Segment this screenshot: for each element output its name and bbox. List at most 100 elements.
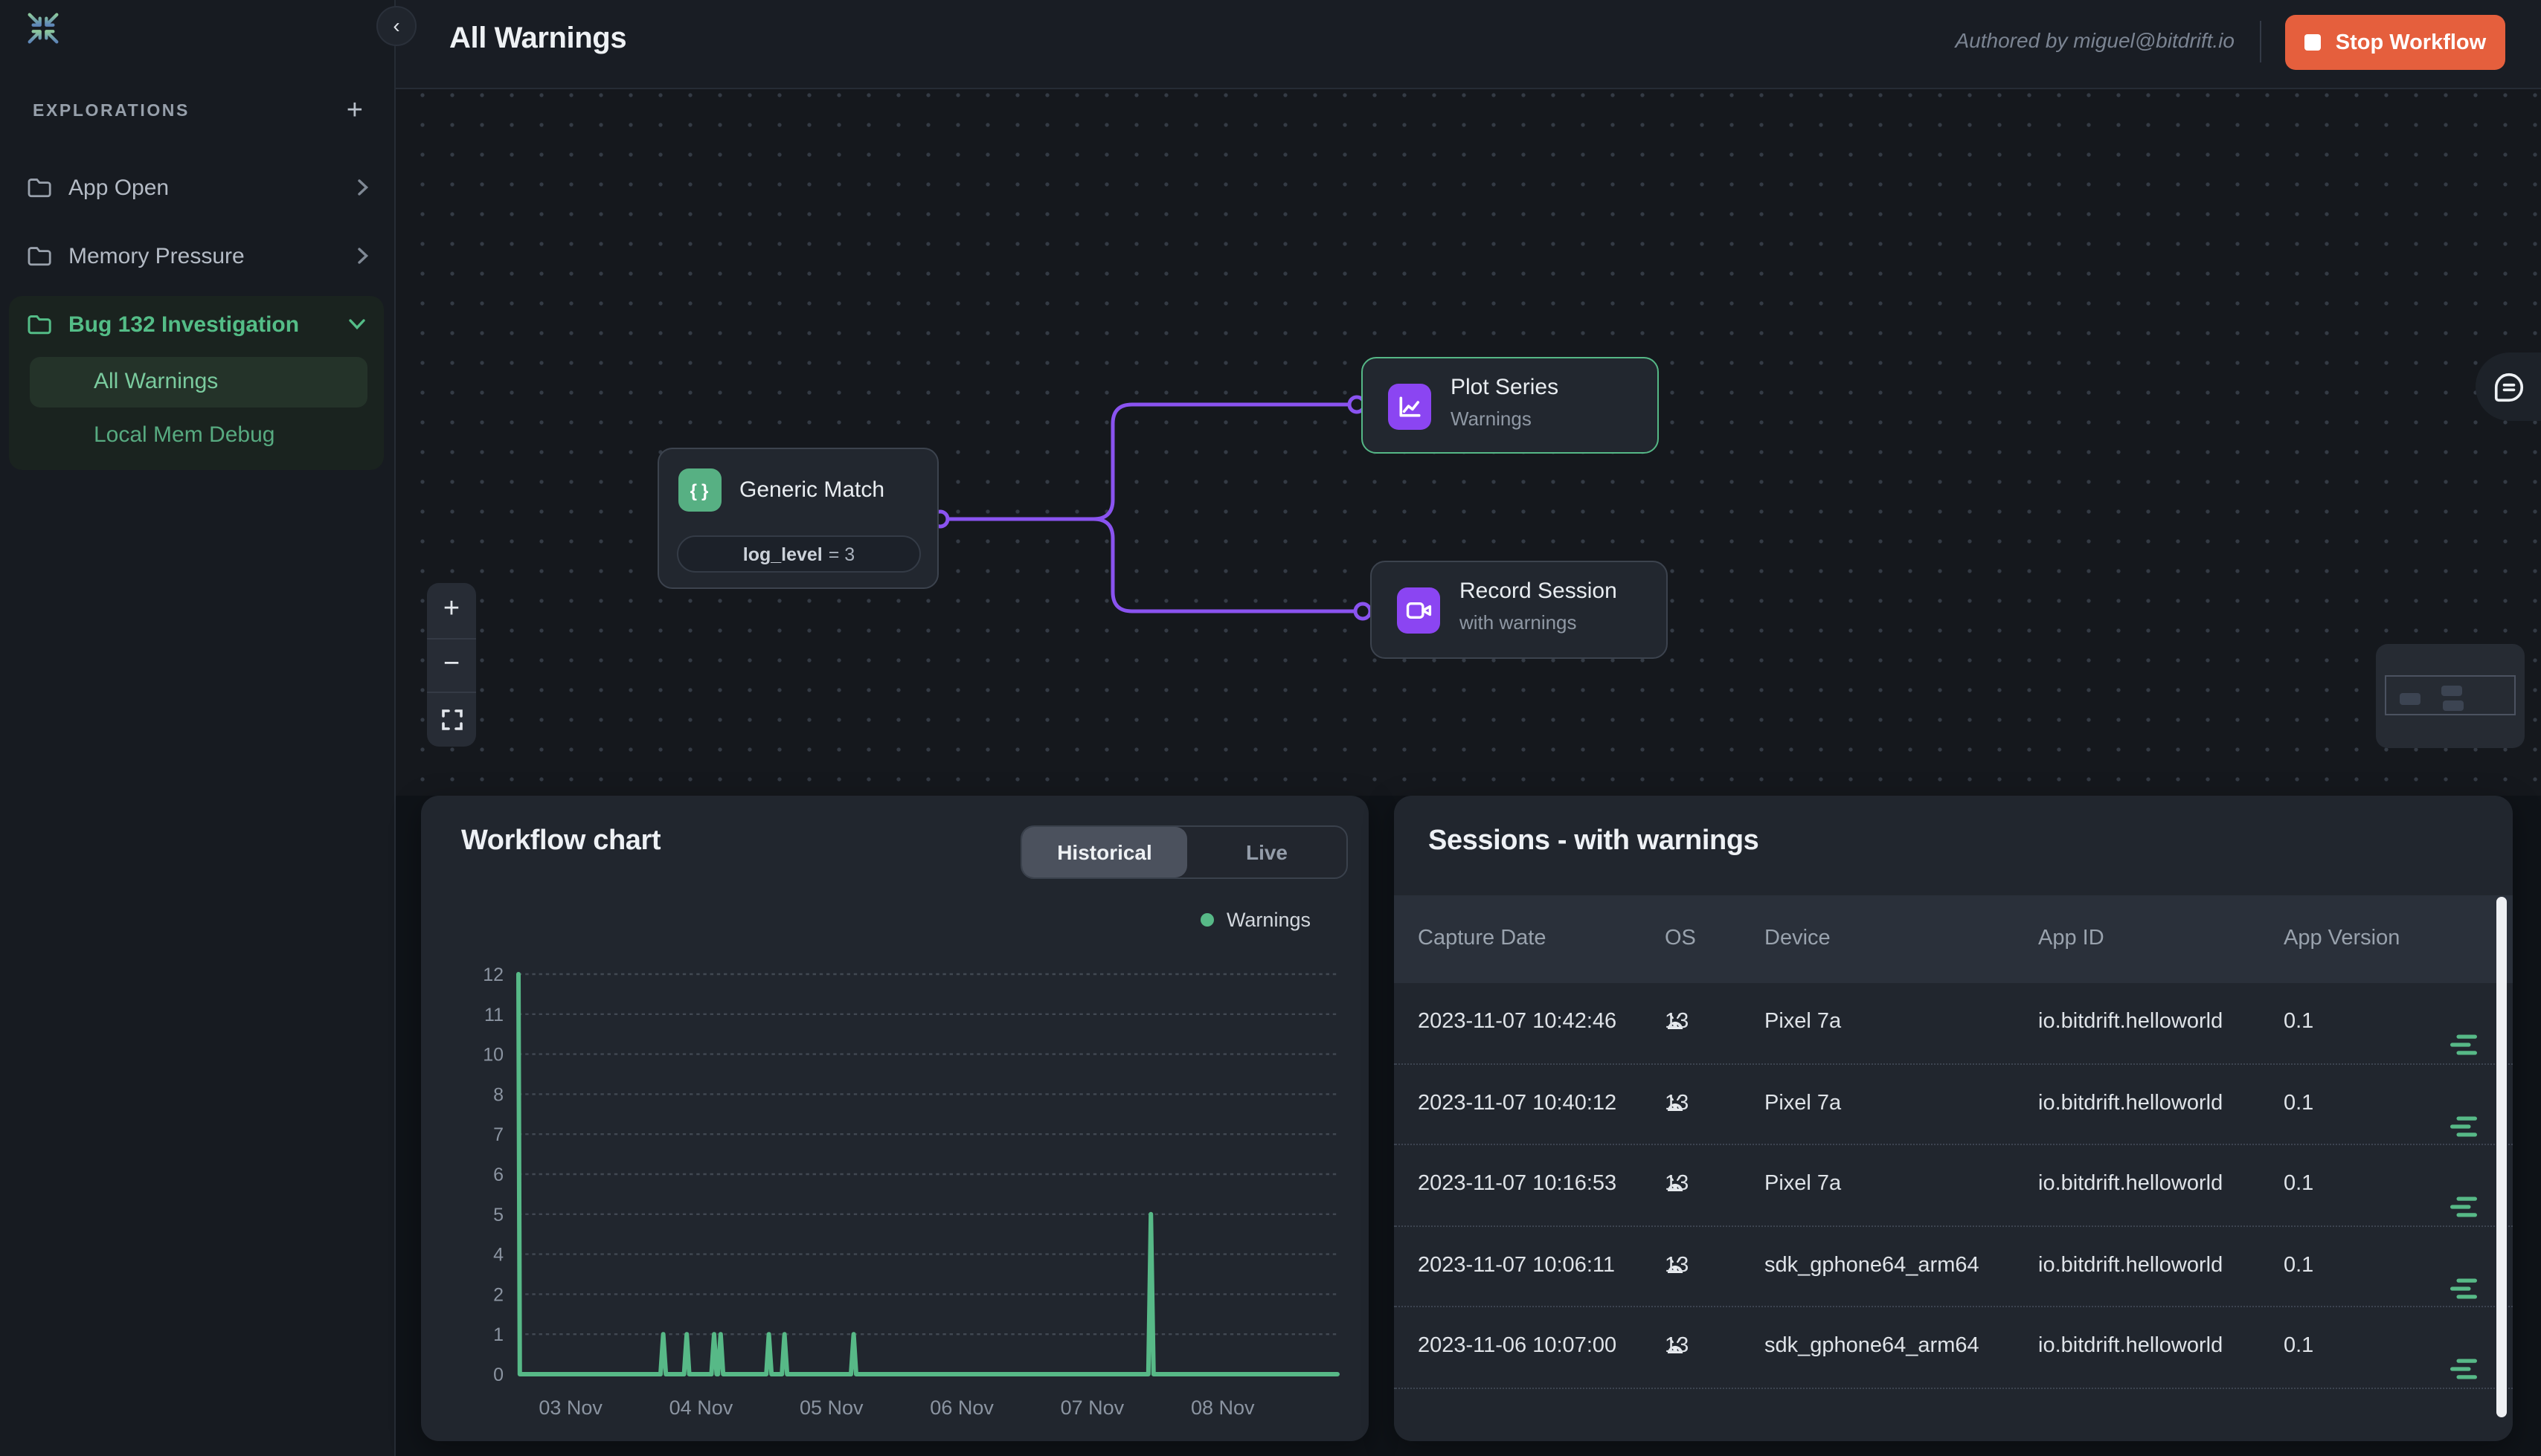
session-row[interactable]: 2023-11-07 10:42:46 13 Pixel 7a io.bitdr… <box>1394 983 2513 1064</box>
device-cell: Pixel 7a <box>1764 1064 1841 1143</box>
stop-workflow-label: Stop Workflow <box>2336 30 2486 54</box>
x-axis-tick: 06 Nov <box>930 1397 994 1419</box>
session-logs-button[interactable] <box>2450 1336 2477 1414</box>
braces-icon: { } <box>678 468 722 512</box>
session-row[interactable]: 2023-11-07 10:16:53 13 Pixel 7a io.bitdr… <box>1394 1145 2513 1226</box>
sessions-table-body: 2023-11-07 10:42:46 13 Pixel 7a io.bitdr… <box>1394 983 2513 1388</box>
capture-date-cell: 2023-11-06 10:07:00 <box>1418 1307 1616 1386</box>
log-list-icon <box>2450 1358 2477 1380</box>
stop-square-icon <box>2304 34 2321 51</box>
node-title: Plot Series <box>1451 375 1558 400</box>
chevron-right-icon <box>357 247 369 265</box>
header-divider <box>2260 21 2261 62</box>
x-axis-tick: 05 Nov <box>800 1397 864 1419</box>
y-axis-tick: 6 <box>493 1165 504 1185</box>
line-chart-icon <box>1388 384 1431 430</box>
column-app-version: App Version <box>2284 895 2400 983</box>
sidebar-collapse-button[interactable]: ‹ <box>376 6 417 46</box>
sessions-panel-title: Sessions - with warnings <box>1428 825 1758 858</box>
session-row[interactable]: 2023-11-07 10:06:11 13 sdk_gphone64_arm6… <box>1394 1226 2513 1307</box>
sidebar-item-all-warnings[interactable]: All Warnings <box>30 357 367 408</box>
app-version-cell: 0.1 <box>2284 1226 2313 1305</box>
node-subtitle: with warnings <box>1459 611 1577 634</box>
stop-workflow-button[interactable]: Stop Workflow <box>2285 15 2505 70</box>
chevron-right-icon <box>357 178 369 196</box>
zoom-in-button[interactable]: + <box>427 583 476 637</box>
condition-key: log_level <box>743 544 823 564</box>
os-cell: 13 <box>1665 1064 1686 1143</box>
edge-generic-to-plot <box>940 405 1349 519</box>
workflow-canvas[interactable]: { } Generic Match log_level = 3 Plot Ser… <box>396 89 2541 796</box>
node-subtitle: Warnings <box>1451 408 1532 430</box>
x-axis-tick: 04 Nov <box>669 1397 733 1419</box>
sessions-table-header: Capture Date OS Device App ID App Versio… <box>1394 895 2513 983</box>
sidebar-item-app-open[interactable]: App Open <box>12 158 384 217</box>
capture-date-cell: 2023-11-07 10:06:11 <box>1418 1226 1615 1305</box>
bitdrift-logo-icon <box>22 7 64 49</box>
sidebar-item-label: App Open <box>68 175 341 200</box>
y-axis-tick: 1 <box>493 1324 504 1345</box>
sidebar: ‹ EXPLORATIONS + App Open Memory Pressur… <box>0 0 396 1456</box>
device-cell: sdk_gphone64_arm64 <box>1764 1307 1979 1386</box>
node-title: Record Session <box>1459 579 1617 604</box>
app-id-cell: io.bitdrift.helloworld <box>2038 1307 2223 1386</box>
app-version-cell: 0.1 <box>2284 1145 2313 1224</box>
capture-date-cell: 2023-11-07 10:40:12 <box>1418 1064 1616 1143</box>
y-axis-tick: 11 <box>484 1005 504 1025</box>
x-axis-tick: 03 Nov <box>539 1397 603 1419</box>
session-row[interactable]: 2023-11-07 10:40:12 13 Pixel 7a io.bitdr… <box>1394 1064 2513 1145</box>
chevron-down-icon <box>348 318 366 330</box>
video-camera-icon <box>1397 587 1440 634</box>
sessions-panel: Sessions - with warnings Capture Date OS… <box>1394 796 2513 1441</box>
node-title: Generic Match <box>739 477 884 503</box>
sidebar-item-memory-pressure[interactable]: Memory Pressure <box>12 226 384 286</box>
chat-bubble-icon <box>2492 370 2526 404</box>
app-id-cell: io.bitdrift.helloworld <box>2038 1145 2223 1224</box>
node-generic-match[interactable]: { } Generic Match log_level = 3 <box>658 448 939 589</box>
edge-generic-to-record <box>940 519 1355 611</box>
capture-date-cell: 2023-11-07 10:42:46 <box>1418 983 1616 1062</box>
sidebar-item-local-mem-debug[interactable]: Local Mem Debug <box>30 410 367 461</box>
fit-view-button[interactable] <box>427 692 476 746</box>
folder-icon <box>27 177 52 198</box>
add-exploration-icon[interactable]: + <box>347 101 363 122</box>
log-list-icon <box>2450 1034 2477 1056</box>
app-id-cell: io.bitdrift.helloworld <box>2038 1064 2223 1143</box>
workflow-chart-panel: Workflow chart Historical Live Warnings … <box>421 796 1369 1441</box>
canvas-minimap[interactable] <box>2376 644 2525 748</box>
node-plot-series[interactable]: Plot Series Warnings <box>1361 357 1659 454</box>
canvas-zoom-controls: + − <box>427 583 476 747</box>
y-axis-tick: 0 <box>493 1365 504 1385</box>
chat-panel-toggle[interactable] <box>2476 352 2541 421</box>
zoom-out-button[interactable]: − <box>427 637 476 692</box>
session-row[interactable]: 2023-11-06 10:07:00 13 sdk_gphone64_arm6… <box>1394 1307 2513 1388</box>
page-title: All Warnings <box>449 22 626 57</box>
capture-date-cell: 2023-11-07 10:16:53 <box>1418 1145 1616 1224</box>
os-cell: 13 <box>1665 1307 1686 1386</box>
sidebar-item-bug-132-investigation[interactable]: Bug 132 Investigation <box>12 296 381 352</box>
y-axis-tick: 8 <box>493 1084 504 1105</box>
sidebar-item-label: Bug 132 Investigation <box>68 312 332 337</box>
device-cell: sdk_gphone64_arm64 <box>1764 1226 1979 1305</box>
table-scrollbar[interactable] <box>2496 897 2507 1417</box>
os-cell: 13 <box>1665 1226 1686 1305</box>
y-axis-tick: 4 <box>493 1245 504 1266</box>
condition-value: = 3 <box>829 544 855 564</box>
log-list-icon <box>2450 1277 2477 1299</box>
folder-icon <box>27 314 52 335</box>
os-cell: 13 <box>1665 1145 1686 1224</box>
y-axis-tick: 2 <box>493 1284 504 1305</box>
column-app-id: App ID <box>2038 895 2104 983</box>
app-version-cell: 0.1 <box>2284 1064 2313 1143</box>
app-id-cell: io.bitdrift.helloworld <box>2038 1226 2223 1305</box>
y-axis-tick: 5 <box>493 1205 504 1225</box>
device-cell: Pixel 7a <box>1764 983 1841 1062</box>
node-record-session[interactable]: Record Session with warnings <box>1370 561 1668 659</box>
minimap-node <box>2441 686 2462 696</box>
device-cell: Pixel 7a <box>1764 1145 1841 1224</box>
authored-by-text: Authored by miguel@bitdrift.io <box>1956 28 2235 52</box>
os-cell: 13 <box>1665 983 1686 1062</box>
y-axis-tick: 10 <box>483 1045 504 1066</box>
app-version-cell: 0.1 <box>2284 1307 2313 1386</box>
warnings-line-chart: 0124567810111203 Nov04 Nov05 Nov06 Nov07… <box>421 796 1369 1441</box>
